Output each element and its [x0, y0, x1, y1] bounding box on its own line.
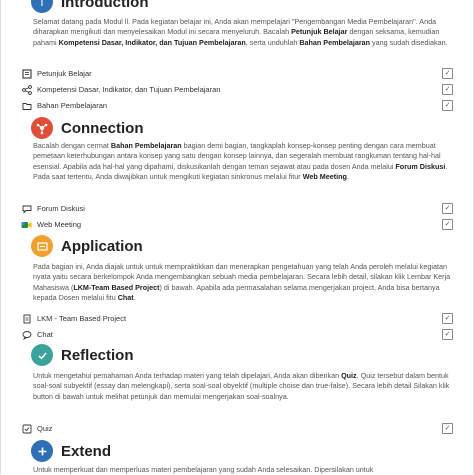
reflection-icon [31, 344, 53, 366]
activity-quiz[interactable]: Quiz ✓ [21, 421, 461, 436]
connection-title: Connection [61, 119, 144, 137]
application-icon [31, 235, 53, 257]
activity-label[interactable]: Chat [37, 330, 461, 339]
connection-text: Bacalah dengan cermat Bahan Pembelajaran… [33, 141, 448, 182]
checkbox-icon[interactable]: ✓ [442, 329, 453, 340]
forum-icon [21, 203, 32, 214]
extend-icon [31, 440, 53, 462]
checkbox-icon[interactable]: ✓ [442, 84, 453, 95]
introduction-text: Selamat datang pada Modul ll. Pada kegia… [33, 17, 448, 47]
checkbox-icon[interactable]: ✓ [442, 219, 453, 230]
activity-web-meeting[interactable]: Web Meeting ✓ [21, 217, 461, 232]
connection-icon [31, 117, 53, 139]
connection-heading: Connection [31, 117, 144, 139]
extend-title: Extend [61, 442, 112, 460]
activity-kompetensi[interactable]: Kompetensi Dasar, Indikator, dan Tujuan … [21, 82, 461, 97]
activity-label[interactable]: LKM - Team Based Project [37, 314, 461, 323]
introduction-title: Introduction [61, 0, 149, 11]
application-title: Application [61, 237, 143, 255]
quiz-icon [21, 423, 32, 434]
activity-chat[interactable]: Chat ✓ [21, 327, 461, 342]
web-meeting-icon [21, 219, 32, 230]
introduction-icon: i [31, 0, 53, 13]
chat-icon [21, 329, 32, 340]
checkbox-icon[interactable]: ✓ [442, 203, 453, 214]
share-icon [21, 84, 32, 95]
checkbox-icon[interactable]: ✓ [442, 313, 453, 324]
activity-petunjuk-belajar[interactable]: Petunjuk Belajar ✓ [21, 66, 461, 81]
activity-label[interactable]: Bahan Pembelajaran [37, 101, 461, 110]
activity-label[interactable]: Forum Diskusi [37, 204, 461, 213]
activity-label[interactable]: Quiz [37, 424, 461, 433]
application-text: Pada bagian ini, Anda diajak untuk untuk… [33, 262, 451, 303]
reflection-text: Untuk mengetahui pemahaman Anda terhadap… [33, 371, 450, 401]
reflection-title: Reflection [61, 346, 134, 364]
activity-label[interactable]: Petunjuk Belajar [37, 69, 461, 78]
checkbox-icon[interactable]: ✓ [442, 68, 453, 79]
introduction-heading: i Introduction [31, 0, 148, 13]
folder-icon [21, 100, 32, 111]
reflection-heading: Reflection [31, 344, 134, 366]
checkbox-icon[interactable]: ✓ [442, 423, 453, 434]
activity-forum-diskusi[interactable]: Forum Diskusi ✓ [21, 201, 461, 216]
application-heading: Application [31, 235, 143, 257]
assignment-icon [21, 313, 32, 324]
page-icon [21, 68, 32, 79]
course-content: i Introduction Selamat datang pada Modul… [0, 0, 474, 474]
extend-heading: Extend [31, 440, 111, 462]
activity-lkm-team-based-project[interactable]: LKM - Team Based Project ✓ [21, 311, 461, 326]
checkbox-icon[interactable]: ✓ [442, 100, 453, 111]
activity-bahan-pembelajaran[interactable]: Bahan Pembelajaran ✓ [21, 98, 461, 113]
activity-label[interactable]: Kompetensi Dasar, Indikator, dan Tujuan … [37, 85, 461, 94]
activity-label[interactable]: Web Meeting [37, 220, 461, 229]
